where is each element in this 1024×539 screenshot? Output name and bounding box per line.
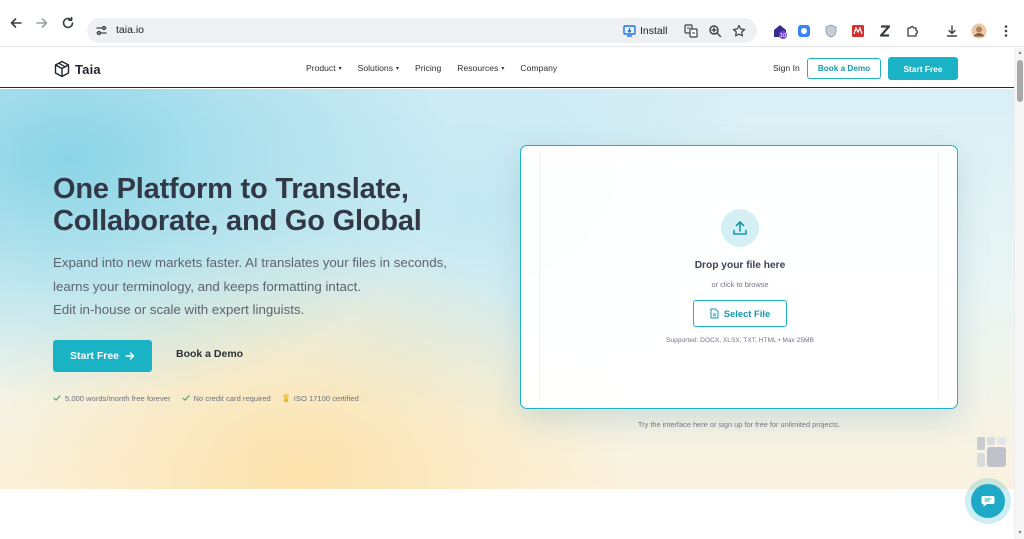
cube-logo-icon	[54, 60, 70, 78]
site-info-icon[interactable]	[94, 23, 109, 38]
scrollbar-thumb[interactable]	[1017, 60, 1023, 102]
reload-icon	[62, 16, 74, 29]
scroll-up-icon[interactable]: ▴	[1017, 50, 1023, 56]
extensions-puzzle-icon[interactable]	[904, 23, 920, 39]
arrow-right-icon	[125, 352, 135, 360]
hero-section: One Platform to Translate, Collaborate, …	[0, 89, 1014, 489]
select-file-button[interactable]: Select File	[693, 300, 787, 327]
address-bar[interactable]: taia.io Install	[87, 18, 757, 43]
hero-book-demo-button[interactable]: Book a Demo	[176, 348, 243, 360]
upload-icon	[733, 221, 747, 235]
file-upload-dropzone[interactable]: Drop your file here or click to browse S…	[520, 145, 958, 409]
chat-launcher-inner	[971, 484, 1005, 518]
taia-logo[interactable]: Taia	[53, 60, 101, 78]
extension-z-icon[interactable]	[877, 23, 893, 39]
site-header: Taia Product ▾ Solutions ▾ Pricing Resou…	[0, 48, 1014, 88]
chevron-down-icon: ▾	[501, 65, 505, 72]
hero-subtitle: Expand into new markets faster. AI trans…	[53, 255, 447, 317]
arrow-left-icon	[10, 18, 22, 28]
chat-launcher-button[interactable]	[965, 478, 1011, 524]
feature-free-words: 5,000 words/month free forever	[53, 394, 171, 403]
file-icon	[710, 308, 719, 319]
feature-iso-certified: ISO 17100 certified	[282, 393, 359, 403]
translate-icon[interactable]	[682, 22, 699, 39]
dropzone-inner	[539, 152, 939, 402]
nav-product[interactable]: Product ▾	[306, 63, 342, 73]
header-book-demo-button[interactable]: Book a Demo	[807, 58, 881, 79]
install-label: Install	[640, 24, 668, 37]
nav-resources[interactable]: Resources ▾	[457, 63, 504, 73]
check-icon	[181, 395, 190, 401]
bookmark-star-icon[interactable]	[730, 22, 747, 39]
back-button[interactable]	[6, 13, 26, 33]
page-scrollbar[interactable]: ▴ ▾	[1014, 48, 1024, 539]
extension-shield-blue-icon[interactable]	[796, 23, 812, 39]
check-icon	[53, 395, 61, 401]
main-nav: Product ▾ Solutions ▾ Pricing Resources …	[306, 63, 573, 73]
logo-text: Taia	[75, 61, 101, 77]
scroll-down-icon[interactable]: ▾	[1017, 530, 1023, 536]
feature-list: 5,000 words/month free forever No credit…	[53, 393, 370, 403]
supported-formats: Supported: DOCX, XLSX, TXT, HTML • Max 2…	[666, 337, 814, 344]
grid-widget-icon	[977, 437, 1006, 467]
extension-red-icon[interactable]	[850, 23, 866, 39]
sign-in-link[interactable]: Sign In	[773, 63, 800, 73]
install-icon	[623, 24, 636, 37]
chevron-down-icon: ▾	[396, 65, 400, 72]
upload-icon-circle	[721, 209, 759, 247]
arrow-right-icon	[36, 18, 48, 28]
zoom-icon[interactable]	[706, 22, 723, 39]
drop-subtitle: or click to browse	[711, 280, 769, 289]
download-icon[interactable]	[944, 23, 960, 39]
drop-title: Drop your file here	[694, 260, 786, 271]
hero-title: One Platform to Translate, Collaborate, …	[53, 173, 422, 237]
reload-button[interactable]	[58, 13, 78, 33]
extension-shield-icon[interactable]	[823, 23, 839, 39]
feature-no-credit-card: No credit card required	[181, 394, 271, 403]
header-start-free-button[interactable]: Start Free	[888, 57, 958, 80]
try-interface-note: Try the interface here or sign up for fr…	[637, 420, 841, 429]
nav-solutions[interactable]: Solutions ▾	[358, 63, 399, 73]
browser-toolbar: taia.io Install 10	[0, 0, 1024, 47]
forward-button[interactable]	[32, 13, 52, 33]
hero-start-free-button[interactable]: Start Free	[53, 340, 152, 372]
chevron-down-icon: ▾	[338, 65, 342, 72]
svg-text:10: 10	[780, 33, 786, 39]
nav-company[interactable]: Company	[520, 63, 557, 73]
install-app-button[interactable]: Install	[617, 21, 674, 40]
browser-menu-icon[interactable]	[998, 23, 1014, 39]
extension-home-icon[interactable]: 10	[772, 23, 788, 39]
url-text[interactable]: taia.io	[116, 24, 144, 36]
chat-icon	[981, 496, 995, 507]
medal-icon	[282, 393, 289, 403]
nav-pricing[interactable]: Pricing	[415, 63, 441, 73]
floating-grid-widget[interactable]	[976, 436, 1008, 468]
profile-avatar[interactable]	[971, 23, 987, 39]
